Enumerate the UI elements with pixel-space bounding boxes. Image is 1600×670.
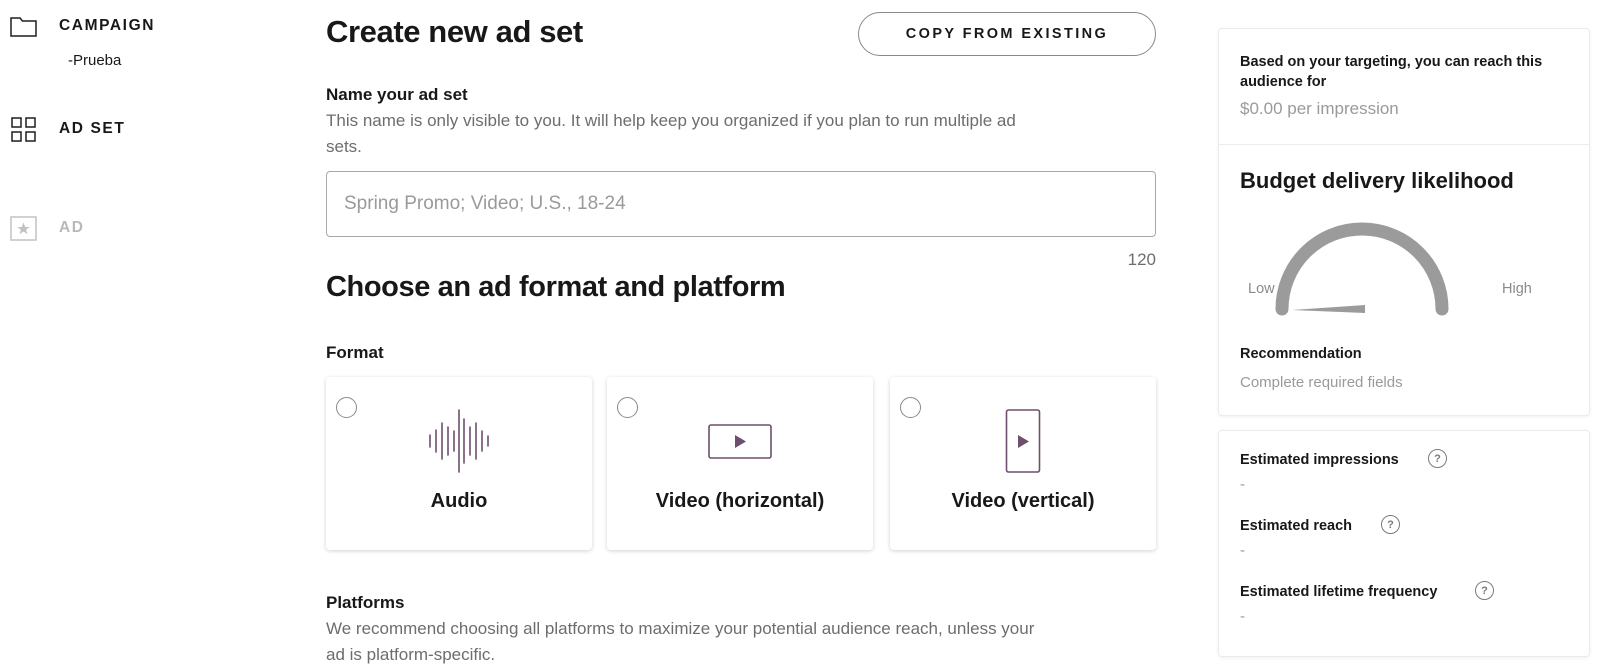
format-card-video-vertical[interactable]: Video (vertical) — [890, 377, 1156, 550]
platforms-help: We recommend choosing all platforms to m… — [326, 619, 1035, 664]
recommendation-label: Recommendation — [1240, 346, 1362, 362]
copy-from-existing-button[interactable]: COPY FROM EXISTING — [858, 12, 1156, 56]
format-platform-section-title: Choose an ad format and platform — [326, 271, 786, 303]
folder-icon — [10, 13, 37, 40]
star-icon — [10, 215, 37, 242]
help-icon[interactable]: ? — [1428, 449, 1447, 468]
format-card-audio[interactable]: Audio — [326, 377, 592, 550]
format-radio-video-vertical[interactable] — [900, 397, 921, 418]
estimated-impressions-label: Estimated impressions — [1240, 452, 1399, 468]
reach-description: Based on your targeting, you can reach t… — [1240, 54, 1543, 90]
help-icon[interactable]: ? — [1381, 515, 1400, 534]
estimated-impressions-value: - — [1240, 476, 1245, 493]
estimated-lifetime-frequency-value: - — [1240, 608, 1245, 625]
name-character-count: 120 — [1127, 250, 1156, 269]
estimates-panel: Estimated impressions ? - Estimated reac… — [1218, 430, 1590, 657]
price-per-impression: $0.00 per impression — [1240, 99, 1399, 118]
page-title: Create new ad set — [326, 14, 583, 49]
gauge-needle — [1292, 305, 1365, 313]
grid-icon — [10, 116, 37, 143]
format-label-audio: Audio — [430, 490, 488, 512]
estimated-lifetime-frequency-label: Estimated lifetime frequency — [1240, 584, 1438, 600]
ad-set-name-help: This name is only visible to you. It wil… — [326, 111, 1016, 156]
recommendation-value: Complete required fields — [1240, 374, 1403, 391]
nav-item-campaign[interactable]: CAMPAIGN — [10, 11, 153, 41]
platforms-label: Platforms — [326, 593, 405, 612]
nav-item-ad[interactable]: AD — [10, 213, 83, 243]
nav-item-campaign-label: CAMPAIGN — [59, 17, 156, 34]
nav-item-ad-set[interactable]: AD SET — [10, 114, 124, 144]
gauge-low-label: Low — [1248, 281, 1275, 297]
format-label-video-horizontal: Video (horizontal) — [655, 490, 825, 512]
ad-set-name-input[interactable] — [326, 171, 1156, 237]
step-navigation: CAMPAIGN -Prueba AD SET AD — [0, 0, 300, 670]
video-vertical-icon — [1005, 409, 1041, 478]
budget-panel: Based on your targeting, you can reach t… — [1218, 28, 1590, 416]
budget-delivery-gauge — [1267, 209, 1457, 329]
reach-cost-block: Based on your targeting, you can reach t… — [1219, 29, 1589, 145]
estimated-reach-value: - — [1240, 542, 1245, 559]
format-radio-audio[interactable] — [336, 397, 357, 418]
format-radio-video-horizontal[interactable] — [617, 397, 638, 418]
gauge-high-label: High — [1502, 281, 1532, 297]
campaign-name[interactable]: -Prueba — [68, 52, 121, 69]
nav-item-ad-set-label: AD SET — [59, 120, 126, 137]
estimated-reach-label: Estimated reach — [1240, 518, 1353, 534]
audio-waveform-icon — [428, 409, 490, 478]
video-horizontal-icon — [708, 409, 772, 478]
format-label-video-vertical: Video (vertical) — [951, 490, 1095, 512]
format-card-video-horizontal[interactable]: Video (horizontal) — [607, 377, 873, 550]
format-label: Format — [326, 343, 384, 362]
nav-item-ad-label: AD — [59, 219, 85, 236]
budget-delivery-title: Budget delivery likelihood — [1240, 168, 1514, 193]
ad-set-name-label: Name your ad set — [326, 85, 468, 104]
help-icon[interactable]: ? — [1475, 581, 1494, 600]
